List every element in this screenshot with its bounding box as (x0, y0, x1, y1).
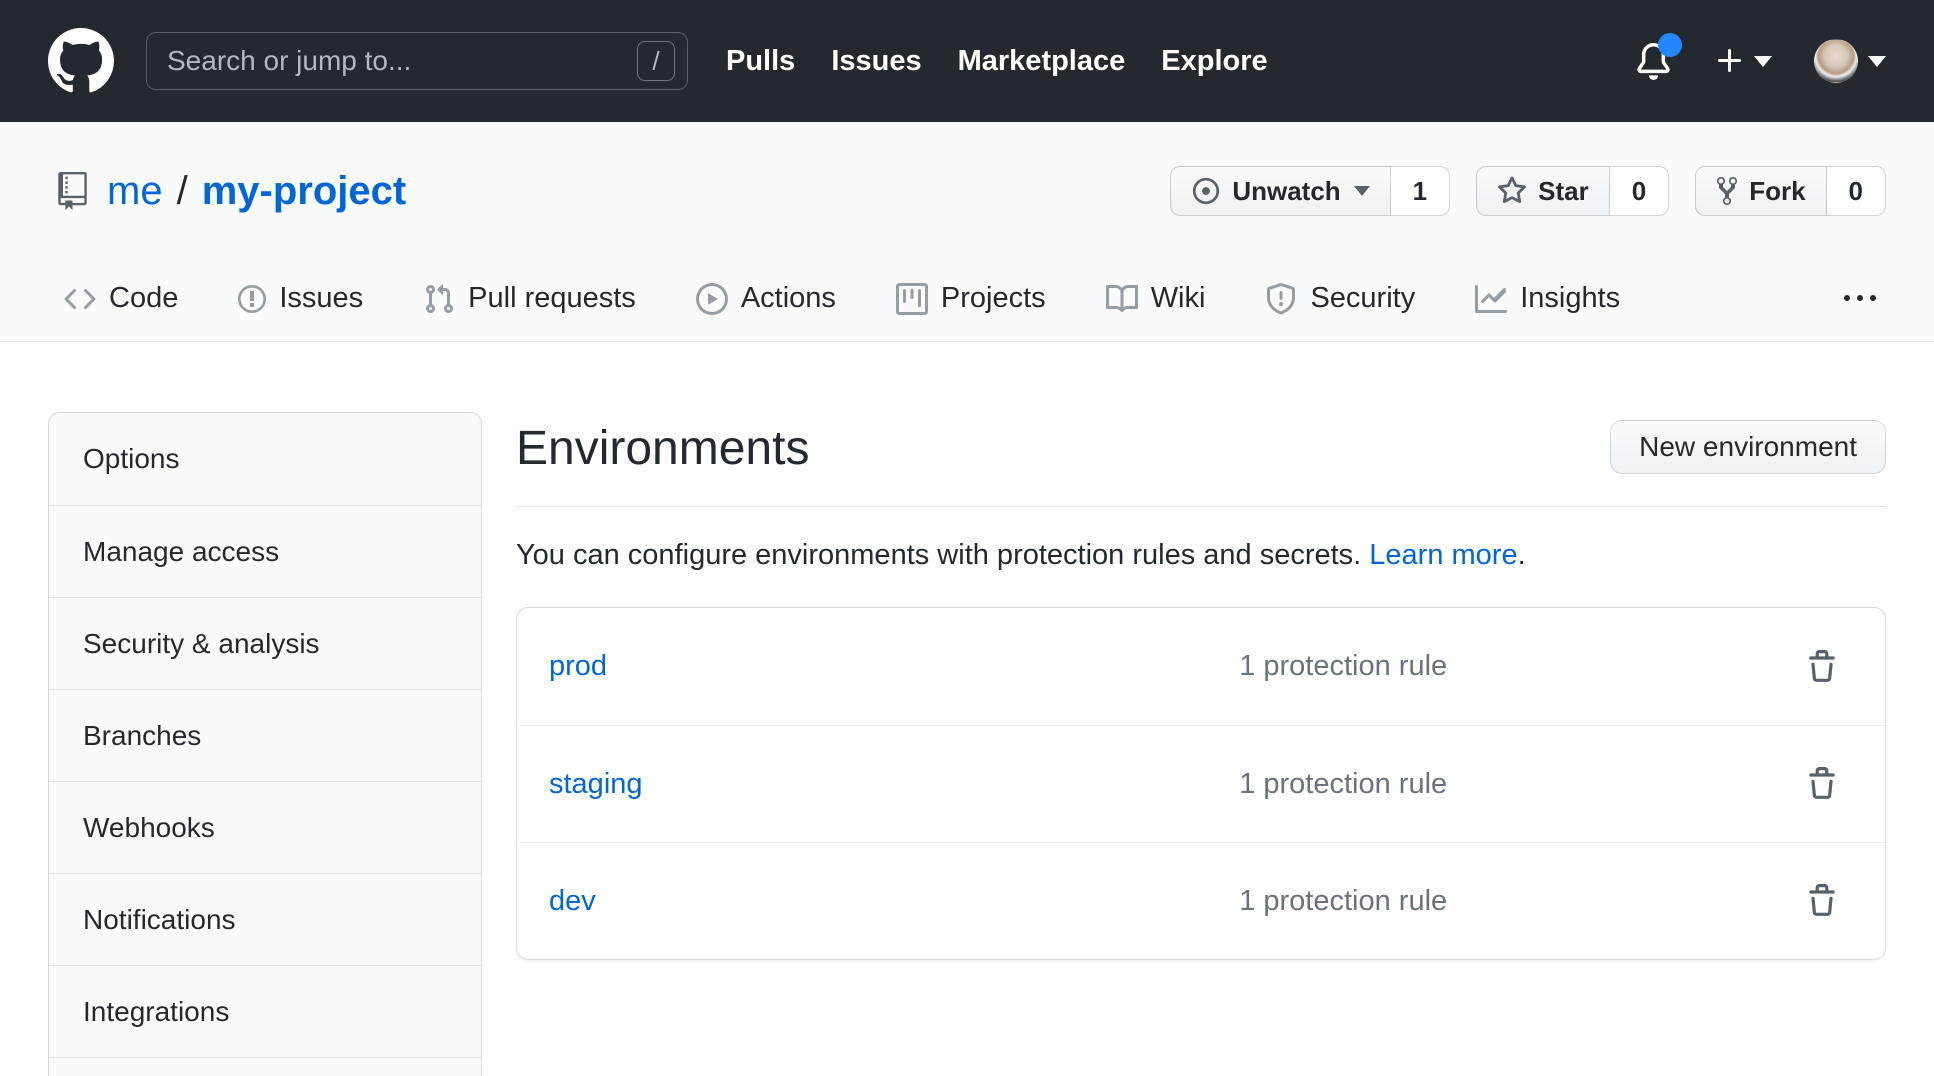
sidebar-item-label: Branches (83, 720, 201, 752)
fork-count[interactable]: 0 (1827, 166, 1886, 216)
sidebar-item-label: Security & analysis (83, 628, 320, 660)
sidebar-item-label: Manage access (83, 536, 279, 568)
tab-overflow-button[interactable] (1834, 257, 1886, 341)
repo-title-row: me / my-project Unwatch 1 Star 0 (48, 162, 1886, 220)
delete-environment-button[interactable] (1781, 650, 1853, 684)
repo-header: me / my-project Unwatch 1 Star 0 (0, 122, 1934, 342)
tab-issues[interactable]: Issues (222, 256, 379, 341)
repo-tabs: Code Issues Pull requests Actions Projec… (48, 256, 1886, 341)
watch-count[interactable]: 1 (1391, 166, 1450, 216)
trash-icon (1805, 650, 1839, 684)
avatar (1814, 39, 1858, 83)
plus-icon (1714, 45, 1746, 77)
delete-environment-button[interactable] (1781, 767, 1853, 801)
environment-row-prod: prod 1 protection rule (517, 608, 1885, 725)
protection-rule-count: 1 protection rule (1199, 650, 1781, 683)
caret-down-icon (1868, 56, 1886, 67)
learn-more-link[interactable]: Learn more (1369, 539, 1517, 571)
environment-link-prod[interactable]: prod (549, 650, 607, 682)
star-count[interactable]: 0 (1610, 166, 1669, 216)
breadcrumb-repo-link[interactable]: my-project (202, 169, 407, 214)
caret-down-icon (1354, 186, 1370, 196)
project-icon (896, 283, 928, 315)
description-text: You can configure environments with prot… (516, 539, 1361, 571)
star-icon (1497, 176, 1527, 206)
breadcrumb-separator: / (177, 169, 188, 214)
settings-content: Options Manage access Security & analysi… (0, 342, 1934, 1076)
notifications-button[interactable] (1635, 43, 1672, 80)
unwatch-button[interactable]: Unwatch (1170, 166, 1390, 216)
sidebar-item-label: Webhooks (83, 812, 215, 844)
environment-row-staging: staging 1 protection rule (517, 725, 1885, 842)
search-box[interactable]: / (146, 32, 688, 90)
nav-links: Pulls Issues Marketplace Explore (726, 45, 1268, 78)
environments-panel: Environments New environment You can con… (516, 412, 1886, 960)
tab-security[interactable]: Security (1249, 256, 1431, 341)
issue-opened-icon (238, 283, 266, 315)
nav-link-issues[interactable]: Issues (831, 45, 921, 78)
protection-rule-count: 1 protection rule (1199, 768, 1781, 801)
fork-button[interactable]: Fork (1695, 166, 1826, 216)
user-menu-button[interactable] (1814, 39, 1886, 83)
title-divider (516, 506, 1886, 507)
book-icon (1106, 283, 1138, 315)
sidebar-item-notifications[interactable]: Notifications (49, 873, 481, 965)
settings-sidebar: Options Manage access Security & analysi… (48, 412, 482, 1076)
nav-link-marketplace[interactable]: Marketplace (958, 45, 1126, 78)
trash-icon (1805, 767, 1839, 801)
watch-button-group: Unwatch 1 (1170, 166, 1450, 216)
search-input[interactable] (167, 45, 637, 77)
sidebar-item-integrations[interactable]: Integrations (49, 965, 481, 1057)
breadcrumb-owner-link[interactable]: me (107, 169, 163, 214)
sidebar-item-label: Notifications (83, 904, 236, 936)
tab-pull-requests[interactable]: Pull requests (407, 256, 652, 341)
page-title: Environments (516, 420, 809, 478)
sidebar-item-webhooks[interactable]: Webhooks (49, 781, 481, 873)
protection-rule-count: 1 protection rule (1199, 885, 1781, 918)
git-pull-request-icon (423, 283, 455, 315)
code-icon (64, 283, 96, 315)
sidebar-item-label: Integrations (83, 996, 229, 1028)
environments-list: prod 1 protection rule staging 1 protect… (516, 607, 1886, 960)
star-button-group: Star 0 (1476, 166, 1669, 216)
nav-link-explore[interactable]: Explore (1161, 45, 1267, 78)
sidebar-item-branches[interactable]: Branches (49, 689, 481, 781)
description-period: . (1518, 539, 1526, 571)
sidebar-item-manage-access[interactable]: Manage access (49, 505, 481, 597)
environments-description: You can configure environments with prot… (516, 535, 1886, 575)
top-nav: / Pulls Issues Marketplace Explore (0, 0, 1934, 122)
sidebar-item-security-analysis[interactable]: Security & analysis (49, 597, 481, 689)
sidebar-item-partial (49, 1057, 481, 1076)
play-icon (696, 283, 728, 315)
caret-down-icon (1754, 56, 1772, 67)
graph-icon (1475, 283, 1507, 315)
eye-icon (1191, 176, 1221, 206)
tab-insights[interactable]: Insights (1459, 256, 1636, 341)
environment-link-staging[interactable]: staging (549, 768, 643, 800)
shield-icon (1265, 283, 1297, 315)
delete-environment-button[interactable] (1781, 884, 1853, 918)
github-logo-icon[interactable] (48, 28, 114, 94)
fork-icon (1716, 175, 1738, 207)
create-new-button[interactable] (1714, 45, 1772, 77)
kebab-horizontal-icon (1844, 283, 1876, 315)
new-environment-button[interactable]: New environment (1610, 420, 1886, 474)
tab-wiki[interactable]: Wiki (1090, 256, 1222, 341)
nav-link-pulls[interactable]: Pulls (726, 45, 795, 78)
tab-projects[interactable]: Projects (880, 256, 1062, 341)
environment-link-dev[interactable]: dev (549, 885, 596, 917)
environment-row-dev: dev 1 protection rule (517, 842, 1885, 959)
trash-icon (1805, 884, 1839, 918)
nav-right (1635, 39, 1886, 83)
slash-key-hint: / (637, 41, 675, 81)
sidebar-item-label: Options (83, 443, 180, 475)
repo-social-buttons: Unwatch 1 Star 0 Fork 0 (1170, 166, 1886, 216)
fork-button-group: Fork 0 (1695, 166, 1886, 216)
tab-actions[interactable]: Actions (680, 256, 852, 341)
sidebar-item-options[interactable]: Options (49, 413, 481, 505)
star-button[interactable]: Star (1476, 166, 1610, 216)
repo-icon (58, 172, 87, 210)
tab-code[interactable]: Code (48, 256, 194, 341)
unread-notification-dot (1658, 33, 1682, 57)
